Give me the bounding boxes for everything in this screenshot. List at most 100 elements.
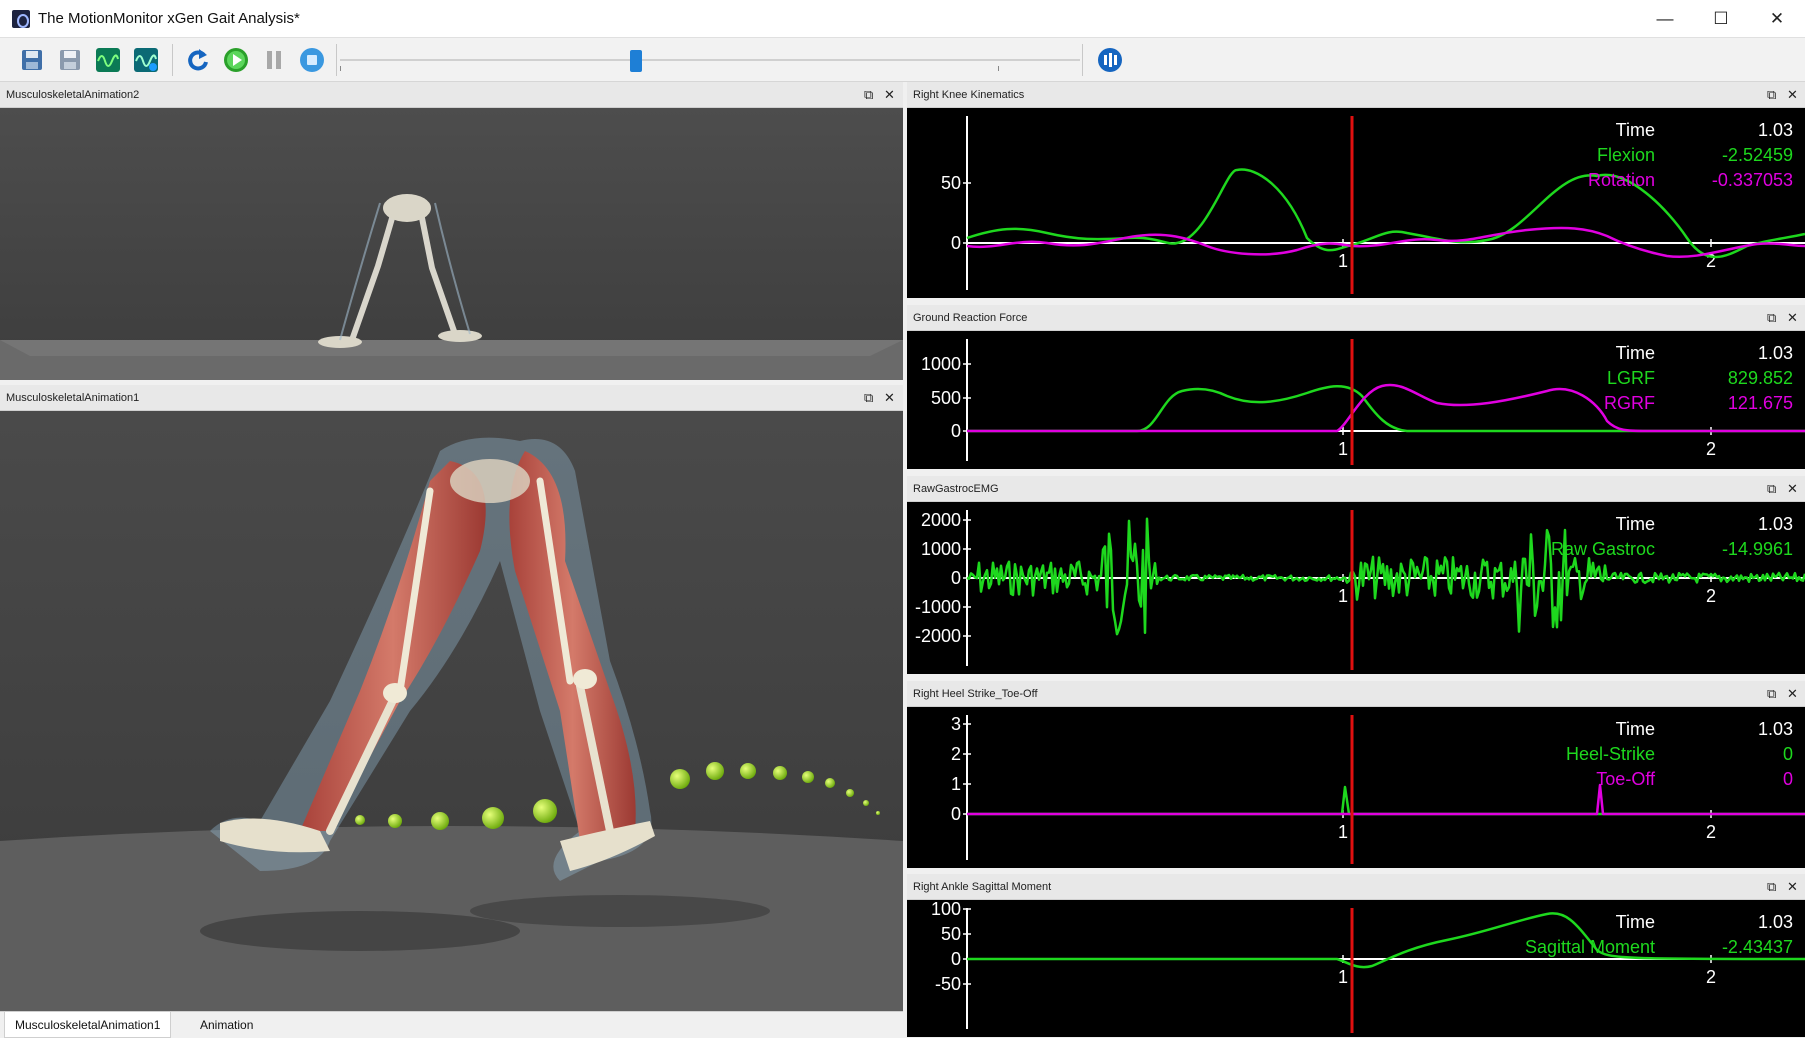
timeline-tick	[340, 66, 341, 71]
readout-label: Sagittal Moment	[1525, 937, 1655, 957]
window-title: The MotionMonitor xGen Gait Analysis*	[38, 10, 300, 27]
pause-icon[interactable]	[260, 46, 288, 74]
readout-value: 1.03	[1758, 514, 1793, 534]
waveform-teal-icon[interactable]	[132, 46, 160, 74]
y-tick-label: 50	[941, 173, 961, 193]
x-tick-label: 1	[1338, 251, 1348, 271]
save-as-icon[interactable]	[56, 46, 84, 74]
readout-value: 1.03	[1758, 912, 1793, 932]
close-icon[interactable]: ✕	[1787, 305, 1798, 331]
bottom-tab-bar: MusculoskeletalAnimation1 Animation	[0, 1011, 903, 1038]
close-icon[interactable]: ✕	[1787, 476, 1798, 502]
readout-label: Time	[1616, 343, 1655, 363]
toe-off-curve	[967, 783, 1805, 816]
readout-value: -0.337053	[1712, 170, 1793, 190]
restore-icon[interactable]: ⧉	[1767, 82, 1776, 108]
y-tick-label: 0	[951, 568, 961, 588]
ground-reaction-force-panel: Ground Reaction Force ⧉ ✕ 1000 500 0 1 2 Time…	[907, 305, 1805, 469]
heel-strike-toe-off-panel: Right Heel Strike_Toe-Off ⧉ ✕ 3 2 1 0 1 2 Time…	[907, 681, 1805, 868]
ankle-sagittal-moment-panel: Right Ankle Sagittal Moment ⧉ ✕ 100 50 0 -5…	[907, 874, 1805, 1037]
panel-title: Right Knee Kinematics	[907, 82, 1805, 108]
readout-value: 829.852	[1728, 368, 1793, 388]
timeline-track[interactable]	[340, 59, 1080, 61]
timeline-slider-thumb[interactable]	[630, 50, 642, 72]
readout-value: 121.675	[1728, 393, 1793, 413]
animation1-panel: MusculoskeletalAnimation1 ⧉ ✕	[0, 385, 903, 1011]
x-tick-label: 1	[1338, 439, 1348, 459]
tab-animation[interactable]: Animation	[190, 1012, 263, 1038]
close-icon[interactable]: ✕	[1787, 681, 1798, 707]
close-icon[interactable]: ✕	[884, 82, 895, 108]
readout-label: Heel-Strike	[1566, 744, 1655, 764]
raw-gastroc-emg-graph[interactable]: 2000 1000 0 -1000 -2000 1 2 Time 1.03 Raw Gastroc…	[907, 502, 1805, 674]
sagittal-moment-curve	[967, 912, 1805, 969]
readout-value: 1.03	[1758, 719, 1793, 739]
y-tick-label: 1	[951, 774, 961, 794]
y-tick-label: 2	[951, 744, 961, 764]
3d-viewport-small[interactable]	[0, 108, 903, 380]
restore-icon[interactable]: ⧉	[864, 82, 873, 108]
minimize-button[interactable]: —	[1638, 0, 1692, 38]
knee-kinematics-graph[interactable]: 50 0 1 2 Time 1.03 Flexion -2.52459 Rotation -0.3…	[907, 108, 1805, 298]
close-button[interactable]: ✕	[1750, 0, 1804, 38]
3d-viewport-large[interactable]	[0, 411, 903, 1011]
readout-value: 1.03	[1758, 343, 1793, 363]
play-icon[interactable]	[222, 46, 250, 74]
panel-title: Right Heel Strike_Toe-Off	[907, 681, 1805, 707]
readout-value: -2.43437	[1722, 937, 1793, 957]
readout-label: LGRF	[1607, 368, 1655, 388]
readout-value: 1.03	[1758, 120, 1793, 140]
panel-title: Right Ankle Sagittal Moment	[907, 874, 1805, 900]
x-tick-label: 2	[1706, 822, 1716, 842]
y-tick-label: 3	[951, 714, 961, 734]
restore-icon[interactable]: ⧉	[1767, 305, 1776, 331]
timeline-tick	[998, 66, 999, 71]
close-icon[interactable]: ✕	[1787, 874, 1798, 900]
panel-title: Ground Reaction Force	[907, 305, 1805, 331]
readout-value: 0	[1783, 769, 1793, 789]
restore-icon[interactable]: ⧉	[1767, 476, 1776, 502]
maximize-button[interactable]: ☐	[1694, 0, 1748, 38]
readout-label: Raw Gastroc	[1551, 539, 1655, 559]
readout-label: Time	[1616, 912, 1655, 932]
heel-strike-curve	[967, 785, 1805, 816]
y-tick-label: 1000	[921, 539, 961, 559]
restore-icon[interactable]: ⧉	[864, 385, 873, 411]
readout-label: Time	[1616, 719, 1655, 739]
y-tick-label: -50	[935, 974, 961, 994]
tab-musculoskeletal-animation1[interactable]: MusculoskeletalAnimation1	[4, 1012, 172, 1038]
y-tick-label: 500	[931, 388, 961, 408]
y-tick-label: -2000	[915, 626, 961, 646]
toolbar-separator	[336, 44, 337, 76]
lgrf-curve	[967, 385, 1805, 433]
readout-label: RGRF	[1604, 393, 1655, 413]
x-tick-label: 1	[1338, 822, 1348, 842]
stop-icon[interactable]	[298, 46, 326, 74]
restore-icon[interactable]: ⧉	[1767, 681, 1776, 707]
record-icon[interactable]	[1096, 46, 1124, 74]
y-tick-label: 50	[941, 924, 961, 944]
rewind-icon[interactable]	[184, 46, 212, 74]
readout-label: Time	[1616, 120, 1655, 140]
ground-reaction-force-graph[interactable]: 1000 500 0 1 2 Time 1.03 LGRF 829.852 RGRF 121.675	[907, 331, 1805, 469]
knee-kinematics-panel: Right Knee Kinematics ⧉ ✕ 50 0 1 2 Time 1.03 F…	[907, 82, 1805, 298]
waveform-green-icon[interactable]	[94, 46, 122, 74]
title-bar: The MotionMonitor xGen Gait Analysis* — …	[0, 0, 1805, 38]
y-tick-label: 0	[951, 949, 961, 969]
y-tick-label: 1000	[921, 354, 961, 374]
readout-value: -14.9961	[1722, 539, 1793, 559]
x-tick-label: 2	[1706, 586, 1716, 606]
ankle-sagittal-moment-graph[interactable]: 100 50 0 -50 1 2 Time 1.03 Sagittal Moment -2.434…	[907, 900, 1805, 1037]
panel-title: RawGastrocEMG	[907, 476, 1805, 502]
app-logo-icon	[12, 10, 30, 28]
y-tick-label: 0	[951, 233, 961, 253]
x-tick-label: 1	[1338, 967, 1348, 987]
readout-label: Time	[1616, 514, 1655, 534]
heel-strike-toe-off-graph[interactable]: 3 2 1 0 1 2 Time 1.03 Heel-Strike 0 Toe-Off 0	[907, 707, 1805, 868]
save-icon[interactable]	[18, 46, 46, 74]
close-icon[interactable]: ✕	[884, 385, 895, 411]
restore-icon[interactable]: ⧉	[1767, 874, 1776, 900]
y-tick-label: -1000	[915, 597, 961, 617]
close-icon[interactable]: ✕	[1787, 82, 1798, 108]
readout-label: Toe-Off	[1596, 769, 1656, 789]
